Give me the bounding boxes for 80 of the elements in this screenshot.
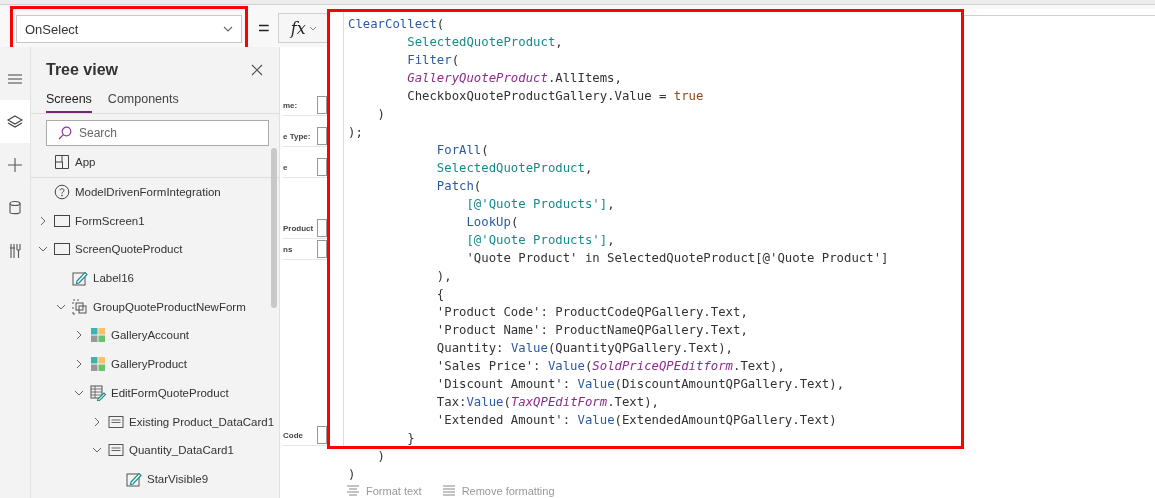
- chevron-right-icon[interactable]: [74, 330, 84, 341]
- app-icon: [54, 154, 70, 171]
- remove-formatting-icon: [441, 484, 456, 497]
- input-box: [317, 127, 327, 145]
- code-line: 'Extended Amount': Value(ExtendedAmountQPGallery.Text): [435, 412, 838, 429]
- formula-function-button[interactable]: fx: [277, 13, 330, 43]
- tree-item[interactable]: ScreenQuoteProduct: [31, 235, 275, 264]
- code-line: [@'Quote Products'],: [465, 196, 616, 213]
- code-line: 'Discount Amount': Value(DiscountAmountQPGallery.Text),: [435, 376, 846, 393]
- caret-icon: [223, 26, 233, 32]
- form-icon: [90, 384, 106, 401]
- code-line: 'Product Code': ProductCodeQPGallery.Text,: [435, 304, 749, 321]
- tree-item[interactable]: App: [31, 148, 275, 177]
- code-line: ),: [435, 268, 453, 285]
- input-box: [317, 158, 327, 176]
- panel-title: Tree view: [46, 61, 119, 79]
- tree-item[interactable]: Quantity_DataCard1: [31, 435, 275, 465]
- chevron-right-icon[interactable]: [74, 359, 84, 370]
- close-icon[interactable]: [251, 64, 263, 76]
- search-field[interactable]: Search: [46, 120, 269, 146]
- help-icon: [54, 184, 70, 201]
- code-line: }: [406, 430, 416, 447]
- code-line: 'Sales Price': Value(SoldPriceQPEditform.Text),: [435, 358, 786, 375]
- tree-item[interactable]: GalleryProduct: [31, 349, 275, 379]
- data-card-icon: [108, 442, 124, 459]
- input-box: [317, 240, 327, 258]
- gallery-icon: [90, 356, 106, 373]
- scrollbar[interactable]: [271, 148, 277, 308]
- field-label: Code: [283, 430, 303, 440]
- tree-item[interactable]: StarVisible9: [31, 464, 275, 494]
- field-label: e Type:: [283, 131, 311, 141]
- data-card-icon: [108, 413, 124, 430]
- input-box: [317, 426, 327, 444]
- code-line: [@'Quote Products'],: [465, 232, 616, 249]
- tab[interactable]: Screens: [46, 89, 92, 113]
- edit-label-icon: [126, 470, 142, 487]
- code-line: Patch(: [435, 178, 483, 195]
- tree-item[interactable]: EditFormQuoteProduct: [31, 378, 275, 408]
- chevron-right-icon[interactable]: [38, 215, 48, 226]
- field-label: e: [283, 162, 288, 172]
- gallery-icon: [90, 327, 106, 344]
- code-line: SelectedQuoteProduct,: [435, 160, 594, 177]
- code-line: ): [376, 448, 387, 465]
- code-line: ForAll(: [435, 142, 490, 159]
- edit-label-icon: [72, 270, 88, 287]
- code-line: GalleryQuoteProduct.AllItems,: [406, 70, 623, 87]
- chevron-right-icon[interactable]: [92, 416, 102, 427]
- code-line: CheckboxQuoteProductGallery.Value = true: [406, 88, 705, 105]
- input-box: [317, 96, 327, 114]
- code-line: 'Product Name': ProductNameQPGallery.Text,: [435, 322, 749, 339]
- format-text-icon: [346, 484, 360, 497]
- code-line: Quantity: Value(QuantityQPGallery.Text),: [435, 340, 734, 357]
- equals-sign: =: [258, 16, 270, 40]
- property-dropdown[interactable]: OnSelect: [16, 15, 242, 43]
- group-icon: [72, 298, 88, 315]
- screen-icon: [54, 212, 70, 229]
- database-icon[interactable]: [6, 198, 24, 217]
- code-line: ): [348, 466, 357, 483]
- tree-item[interactable]: Existing Product_DataCard1: [31, 407, 275, 436]
- tree-item[interactable]: GalleryAccount: [31, 321, 275, 350]
- code-line: ): [376, 106, 387, 123]
- field-label: me:: [283, 100, 298, 110]
- caret-icon: [308, 25, 317, 31]
- tab[interactable]: Components: [107, 89, 179, 113]
- tree-item[interactable]: Label16: [31, 263, 275, 293]
- code-line: {: [435, 286, 446, 303]
- input-box: [317, 219, 327, 237]
- field-label: Product: [283, 223, 314, 233]
- code-line: 'Quote Product' in SelectedQuoteProduct[@'Quote Product']: [465, 250, 890, 267]
- screen-icon: [54, 241, 70, 258]
- field-label: ns: [283, 244, 293, 254]
- tree-item[interactable]: ModelDrivenFormIntegration: [31, 177, 275, 207]
- code-line: LookUp(: [465, 214, 520, 231]
- code-line: ClearCollect(: [348, 16, 446, 33]
- tree-item[interactable]: FormScreen1: [31, 206, 275, 236]
- code-line: Tax:Value(TaxQPEditForm.Text),: [435, 394, 660, 411]
- code-line: Filter(: [406, 52, 461, 69]
- tree-item[interactable]: GroupQuoteProductNewForm: [31, 292, 275, 322]
- code-line: );: [348, 124, 364, 141]
- code-line: SelectedQuoteProduct,: [406, 34, 564, 51]
